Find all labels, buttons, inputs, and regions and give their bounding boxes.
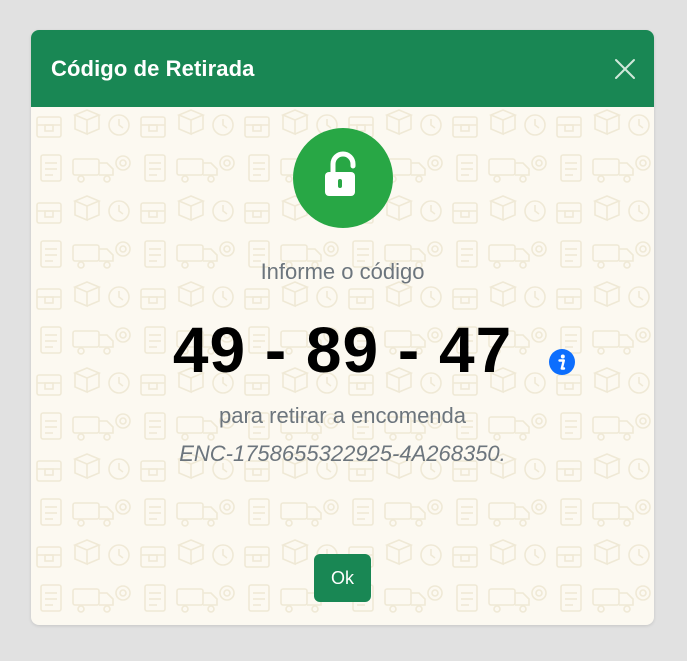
code-separator-2: - [397,314,421,386]
ok-button[interactable]: Ok [314,554,371,602]
code-part-2: 89 [305,314,380,386]
code-part-1: 49 [172,314,247,386]
code-part-3: 47 [438,314,513,386]
close-icon [615,59,635,79]
pickup-code-modal: Código de Retirada Informe o código 49 -… [31,30,654,625]
pickup-instruction: para retirar a encomenda [218,403,467,428]
unlock-icon [325,151,356,196]
code-separator-1: - [264,314,288,386]
modal-header: Código de Retirada [31,30,654,107]
modal-title: Código de Retirada [51,56,255,81]
info-button[interactable] [549,349,575,375]
order-id: ENC-1758655322925-4A268350. [179,441,506,466]
unlock-badge [293,128,393,228]
info-icon [558,354,566,370]
code-prompt: Informe o código [260,259,425,284]
close-button[interactable] [612,56,638,82]
modal-body: Informe o código 49 - 89 - 47 para retir… [31,107,654,625]
